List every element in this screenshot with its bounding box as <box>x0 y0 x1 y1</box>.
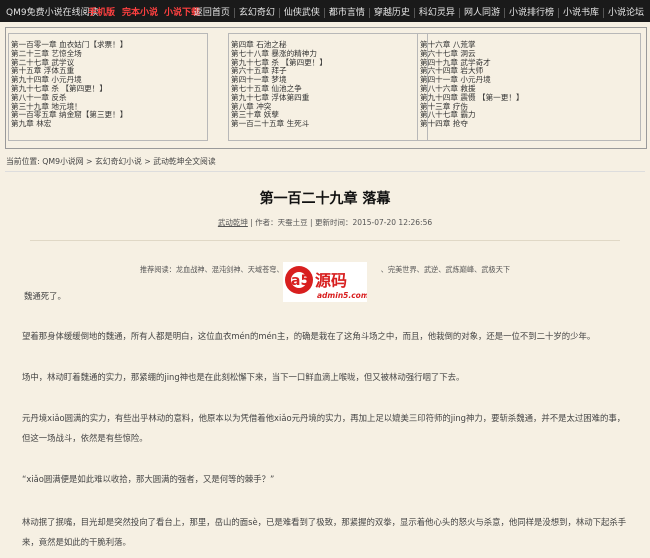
breadcrumb[interactable]: 当前位置: QM9小说网 > 玄幻奇幻小说 > 武动乾坤全文阅读 <box>6 156 216 167</box>
mobile-link[interactable]: 手机版 <box>88 5 115 18</box>
paragraph: 林动抿了抿嘴，目光却是突然投向了看台上，那里，岳山的面sè，已是难看到了极致，那… <box>0 512 650 552</box>
paragraph: 元丹境xiǎo圆满的实力，有些出乎林动的意料，他原本以为凭借着他xiǎo元丹境的… <box>0 408 650 448</box>
chapter-lists-box: 第一百零一章 血衣姑门【求票！】 第二十三章 艺惊全场 第二十七章 武学议 第十… <box>5 27 647 149</box>
paragraph-text: “xiǎo圆满便是如此难以收拾，那大圆满的强者，又是何等的棘手？” <box>22 474 275 484</box>
finished-novels-link[interactable]: 完本小说 <box>122 5 158 18</box>
top-bar: QM9免费小说在线阅读 手机版 完本小说 小说下载 返回首页 玄幻奇幻 仙侠武侠 都市… <box>0 0 650 22</box>
paragraph-text: 望着那身体缓缓倒地的魏通，所有人都是明白，这位血衣mén的mén主，的确是栽在了… <box>22 331 596 341</box>
paragraph-text: 魏通死了。 <box>24 291 66 301</box>
divider <box>5 171 645 172</box>
book-link[interactable]: 武动乾坤 <box>218 218 248 227</box>
chapter-list-right: 第十六章 八荒掌 第六十七章 洞云 第四十九章 武学奇才 第六十四章 岩大师 第… <box>417 33 641 141</box>
chapter-link[interactable]: 第十四章 抢夺 <box>420 119 638 129</box>
paragraph: 望着那身体缓缓倒地的魏通，所有人都是明白，这位血衣mén的mén主，的确是栽在了… <box>0 327 650 346</box>
nav-scifi[interactable]: 科幻灵异 <box>413 8 459 18</box>
paragraph: “xiǎo圆满便是如此难以收拾，那大圆满的强者，又是何等的棘手？” <box>0 470 650 489</box>
paragraph-text: 场中，林动盯着魏通的实力，那紧绷的jing神也是在此刻松懈下来，当下一口鲜血滴上… <box>22 372 465 382</box>
site-name[interactable]: QM9免费小说在线阅读 <box>6 5 99 18</box>
nav-history[interactable]: 穿越历史 <box>368 8 414 18</box>
nav-game[interactable]: 网人同游 <box>458 8 504 18</box>
paragraph: 场中，林动盯着魏通的实力，那紧绷的jing神也是在此刻松懈下来，当下一口鲜血滴上… <box>0 368 650 387</box>
chapter-list-middle: 第四章 石池之秘 第七十八章 暴涨的精神力 第九十七章 杀 【第四更！】 第六十… <box>228 33 428 141</box>
chapter-title: 第一百二十九章 落幕 <box>259 191 391 207</box>
paragraph-text: 林动抿了抿嘴，目光却是突然投向了看台上，那里，岳山的面sè，已是难看到了极致，那… <box>22 517 627 547</box>
paragraph-text: 元丹境xiǎo圆满的实力，有些出乎林动的意料，他原本以为凭借着他xiǎo元丹境的… <box>22 413 626 443</box>
chapter-list-left: 第一百零一章 血衣姑门【求票！】 第二十三章 艺惊全场 第二十七章 武学议 第十… <box>8 33 208 141</box>
chapter-meta: 武动乾坤 | 作者：天蚕土豆 | 更新时间：2015-07-20 12:26:5… <box>0 217 650 228</box>
divider <box>30 240 620 241</box>
main-nav: 返回首页 玄幻奇幻 仙侠武侠 都市言情 穿越历史 科幻灵异 网人同游 小说排行榜 小说书库 小说论… <box>190 5 648 18</box>
nav-forum[interactable]: 小说论坛 <box>602 8 648 18</box>
paragraph: 魏通死了。 <box>0 287 650 306</box>
nav-fantasy[interactable]: 玄幻奇幻 <box>233 8 279 18</box>
nav-library[interactable]: 小说书库 <box>557 8 603 18</box>
chapter-link[interactable]: 第一百二十五章 生死斗 <box>231 119 425 129</box>
chapter-link[interactable]: 第九章 林宏 <box>11 119 205 129</box>
nav-ranking[interactable]: 小说排行榜 <box>503 8 558 18</box>
chapter-meta-info: | 作者：天蚕土豆 | 更新时间：2015-07-20 12:26:56 <box>247 218 433 227</box>
nav-urban[interactable]: 都市言情 <box>323 8 369 18</box>
nav-home[interactable]: 返回首页 <box>190 8 234 18</box>
nav-xianxia[interactable]: 仙侠武侠 <box>278 8 324 18</box>
